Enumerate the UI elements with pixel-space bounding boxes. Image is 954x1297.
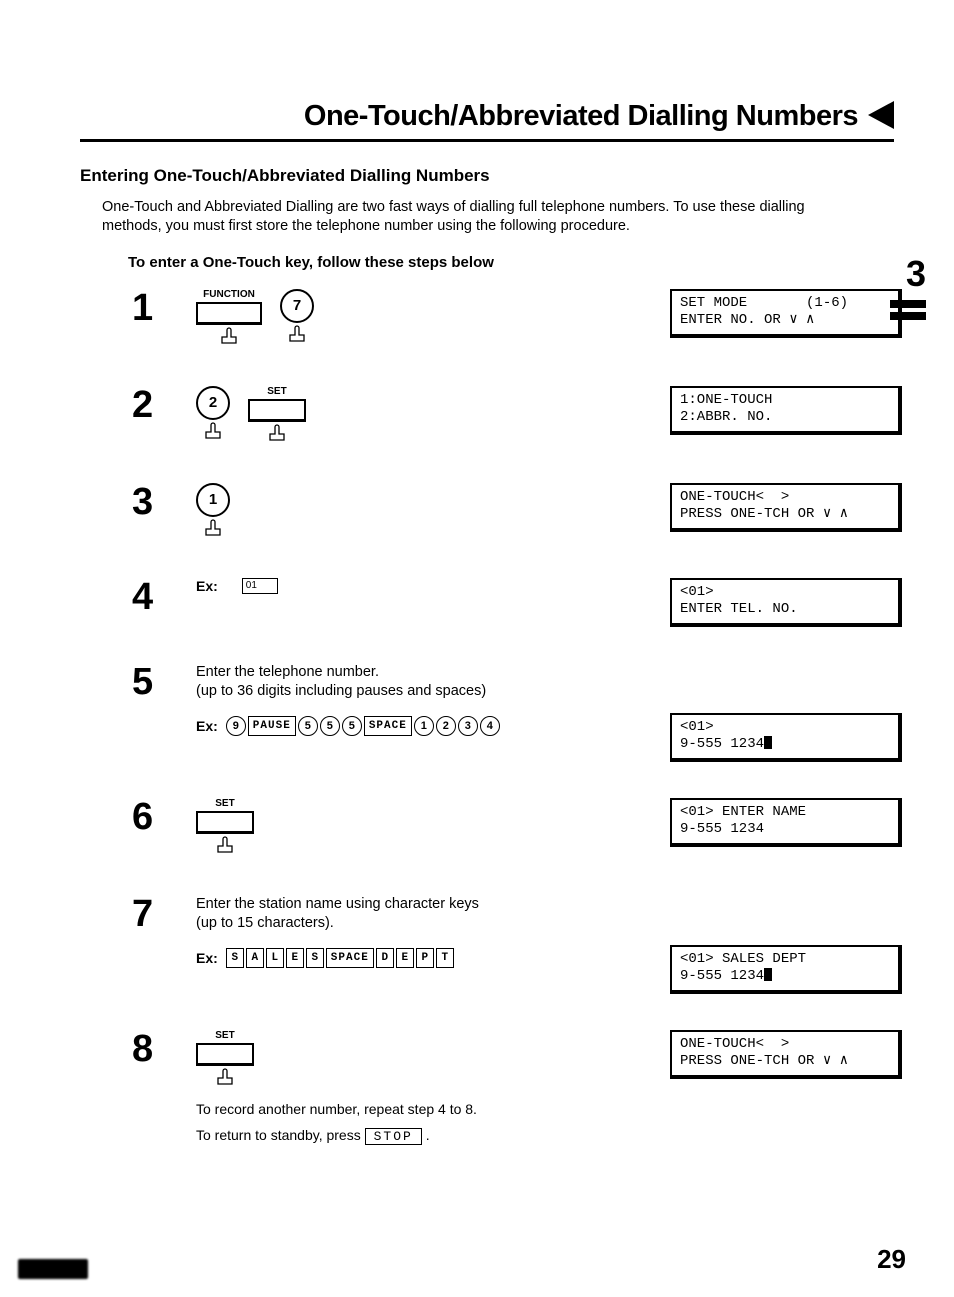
char-key-5: 5 <box>298 716 318 736</box>
step-number: 4 <box>132 578 180 616</box>
step-1: 1 FUNCTION 7 SET MODE (1-6) ENTER NO. OR… <box>132 289 892 350</box>
char-key-D: D <box>376 948 394 968</box>
lcd-display: <01> ENTER NAME 9-555 1234 <box>670 798 902 847</box>
triangle-left-icon <box>868 101 894 129</box>
set-key: SET <box>196 1030 254 1091</box>
step-text: Enter the telephone number. <box>196 663 546 683</box>
step-subtext: (up to 15 characters). <box>196 914 546 934</box>
example-value-box: 01 <box>242 578 278 594</box>
pause-key: PAUSE <box>248 716 296 736</box>
char-key-E: E <box>396 948 414 968</box>
char-key-1: 1 <box>414 716 434 736</box>
char-key-A: A <box>246 948 264 968</box>
char-key-E: E <box>286 948 304 968</box>
example-label: Ex: <box>196 718 218 734</box>
char-key-5: 5 <box>342 716 362 736</box>
space-key: SPACE <box>364 716 412 736</box>
key-7-label: 7 <box>280 289 314 323</box>
step-2: 2 2 SET 1:ONE-TOUCH 2:ABBR. NO. <box>132 386 892 447</box>
char-key-P: P <box>416 948 434 968</box>
press-icon <box>214 836 236 859</box>
step-6: 6 SET <01> ENTER NAME 9-555 1234 <box>132 798 892 859</box>
lcd-display: <01> SALES DEPT 9-555 1234 <box>670 945 902 994</box>
function-key-label: FUNCTION <box>203 289 255 300</box>
example-key-sequence: Ex: SALESSPACEDEPT <box>196 948 546 968</box>
char-key-5: 5 <box>320 716 340 736</box>
char-key-3: 3 <box>458 716 478 736</box>
lcd-display: 1:ONE-TOUCH 2:ABBR. NO. <box>670 386 902 435</box>
key-2-label: 2 <box>196 386 230 420</box>
example-key-sequence: Ex: 9PAUSE555SPACE1234 <box>196 716 546 736</box>
page-title: One-Touch/Abbreviated Dialling Numbers <box>304 100 858 133</box>
set-key-label: SET <box>267 386 286 397</box>
space-key: SPACE <box>326 948 374 968</box>
key-2: 2 <box>196 386 230 445</box>
char-key-2: 2 <box>436 716 456 736</box>
stop-key: STOP <box>365 1128 422 1145</box>
step-8: 8 SET To record another number, repeat s… <box>132 1030 892 1145</box>
lcd-display: <01> ENTER TEL. NO. <box>670 578 902 627</box>
step-5: 5 Enter the telephone number. (up to 36 … <box>132 663 892 762</box>
step-number: 3 <box>132 483 180 521</box>
char-key-S: S <box>226 948 244 968</box>
cursor-icon <box>764 968 772 981</box>
chapter-number: 3 <box>890 256 926 292</box>
step-subtext: (up to 36 digits including pauses and sp… <box>196 682 546 702</box>
char-key-4: 4 <box>480 716 500 736</box>
section-heading: Entering One-Touch/Abbreviated Dialling … <box>80 166 894 186</box>
intro-paragraph: One-Touch and Abbreviated Dialling are t… <box>102 198 862 236</box>
press-icon <box>214 1068 236 1091</box>
step-number: 8 <box>132 1030 180 1068</box>
set-key: SET <box>248 386 306 447</box>
step-number: 1 <box>132 289 180 327</box>
note-text-2: To return to standby, press STOP . <box>196 1127 546 1145</box>
char-key-9: 9 <box>226 716 246 736</box>
step-number: 5 <box>132 663 180 701</box>
press-icon <box>218 327 240 350</box>
step-4: 4 Ex: 01 <01> ENTER TEL. NO. <box>132 578 892 627</box>
key-1-label: 1 <box>196 483 230 517</box>
instruction-line: To enter a One-Touch key, follow these s… <box>128 254 894 271</box>
step-3: 3 1 ONE-TOUCH< > PRESS ONE-TCH OR ∨ ∧ <box>132 483 892 542</box>
function-key: FUNCTION <box>196 289 262 350</box>
set-key-label: SET <box>215 798 234 809</box>
char-key-L: L <box>266 948 284 968</box>
press-icon <box>286 325 308 348</box>
char-key-S: S <box>306 948 324 968</box>
scan-artifact <box>18 1259 88 1279</box>
note-text: To record another number, repeat step 4 … <box>196 1101 546 1117</box>
step-number: 7 <box>132 895 180 933</box>
lcd-display: SET MODE (1-6) ENTER NO. OR ∨ ∧ <box>670 289 902 338</box>
set-key: SET <box>196 798 254 859</box>
key-1: 1 <box>196 483 230 542</box>
lcd-display: <01> 9-555 1234 <box>670 713 902 762</box>
lcd-display: ONE-TOUCH< > PRESS ONE-TCH OR ∨ ∧ <box>670 1030 902 1079</box>
step-number: 6 <box>132 798 180 836</box>
press-icon <box>202 519 224 542</box>
step-number: 2 <box>132 386 180 424</box>
example-label: Ex: <box>196 578 218 594</box>
cursor-icon <box>764 736 772 749</box>
char-key-T: T <box>436 948 454 968</box>
press-icon <box>266 424 288 447</box>
key-7: 7 <box>280 289 314 348</box>
step-text: Enter the station name using character k… <box>196 895 546 915</box>
step-7: 7 Enter the station name using character… <box>132 895 892 994</box>
page-number: 29 <box>877 1244 906 1275</box>
example-label: Ex: <box>196 950 218 966</box>
page-title-row: One-Touch/Abbreviated Dialling Numbers <box>80 100 894 142</box>
lcd-display: ONE-TOUCH< > PRESS ONE-TCH OR ∨ ∧ <box>670 483 902 532</box>
chapter-marker: 3 <box>890 256 926 320</box>
chapter-bars-icon <box>890 300 926 320</box>
set-key-label: SET <box>215 1030 234 1041</box>
press-icon <box>202 422 224 445</box>
